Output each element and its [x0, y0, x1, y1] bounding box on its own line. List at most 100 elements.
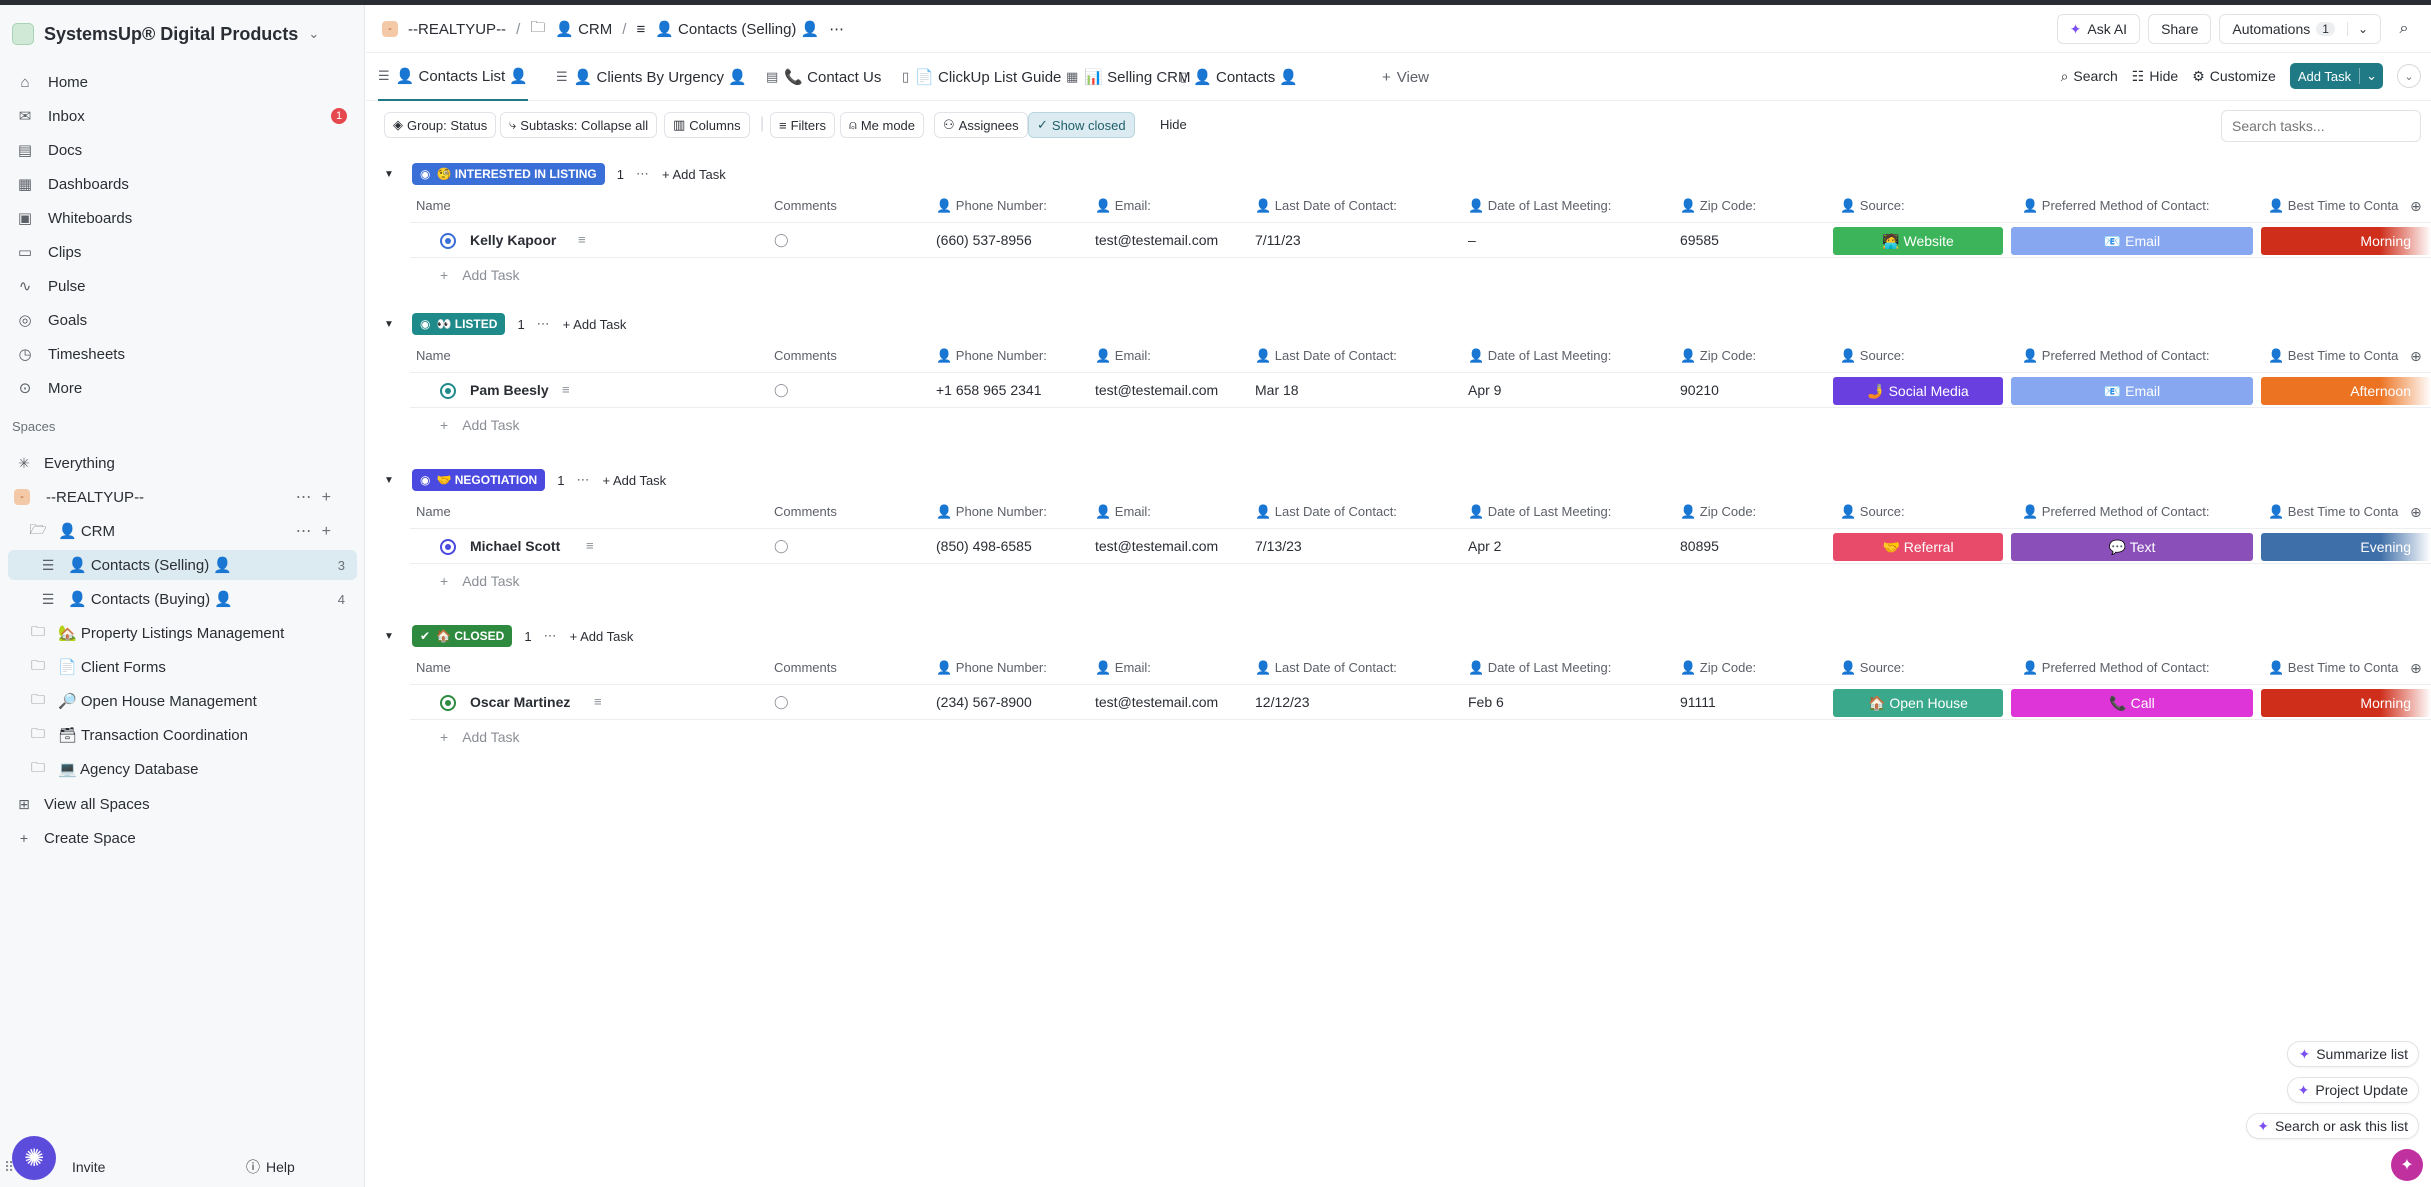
- last-meeting-cell[interactable]: Feb 6: [1468, 694, 1504, 710]
- zip-cell[interactable]: 80895: [1680, 538, 1719, 554]
- column-header-last_meeting[interactable]: 👤 Date of Last Meeting:: [1468, 348, 1611, 364]
- last-contact-cell[interactable]: 7/13/23: [1255, 538, 1302, 554]
- more-icon[interactable]: ⋯: [636, 166, 650, 182]
- status-circle-icon[interactable]: [440, 383, 456, 399]
- status-pill[interactable]: ✔ 🏠 CLOSED: [412, 625, 513, 647]
- phone-cell[interactable]: (850) 498-6585: [936, 538, 1032, 554]
- column-header-comments[interactable]: Comments: [774, 504, 837, 519]
- column-header-last_meeting[interactable]: 👤 Date of Last Meeting:: [1468, 660, 1611, 676]
- view-search-button[interactable]: ⌕ Search: [2061, 68, 2118, 85]
- caret-down-icon[interactable]: ▼: [384, 319, 394, 330]
- sidebar-folder[interactable]: 🗀 📄 Client Forms: [28, 652, 355, 682]
- column-header-best_time[interactable]: 👤 Best Time to Conta: [2268, 660, 2398, 676]
- sidebar-folder[interactable]: 🗀 💻 Agency Database: [28, 754, 355, 784]
- column-header-name[interactable]: Name: [416, 198, 451, 213]
- task-name[interactable]: Michael Scott: [470, 538, 560, 554]
- add-task-button[interactable]: Add Task ⌄: [2289, 63, 2383, 89]
- sidebar-item-clips[interactable]: ▭ Clips: [10, 237, 355, 267]
- last-contact-cell[interactable]: 12/12/23: [1255, 694, 1310, 710]
- method-tag[interactable]: 📞 Call: [2011, 689, 2253, 717]
- add-view-button[interactable]: + View: [1382, 53, 1429, 101]
- table-row[interactable]: Oscar Martinez ≡ ◯ (234) 567-8900 test@teste…: [410, 684, 2431, 720]
- more-icon[interactable]: ⋯: [829, 20, 844, 38]
- column-header-name[interactable]: Name: [416, 660, 451, 675]
- caret-down-icon[interactable]: ▼: [384, 169, 394, 180]
- zip-cell[interactable]: 69585: [1680, 232, 1719, 248]
- column-header-last_contact[interactable]: 👤 Last Date of Contact:: [1255, 504, 1397, 520]
- caret-down-icon[interactable]: ▼: [384, 475, 394, 486]
- collapse-toggle-icon[interactable]: ⌄: [2397, 64, 2421, 88]
- add-task-row[interactable]: + Add Task: [440, 566, 520, 596]
- phone-cell[interactable]: +1 658 965 2341: [936, 382, 1042, 398]
- column-header-source[interactable]: 👤 Source:: [1840, 198, 1905, 214]
- status-circle-icon[interactable]: [440, 233, 456, 249]
- sidebar-item-create-space[interactable]: + Create Space: [14, 823, 359, 853]
- breadcrumb-list[interactable]: 👤 Contacts (Selling) 👤: [655, 20, 819, 38]
- column-header-last_meeting[interactable]: 👤 Date of Last Meeting:: [1468, 198, 1611, 214]
- column-header-phone[interactable]: 👤 Phone Number:: [936, 348, 1047, 364]
- comment-icon[interactable]: ◯: [774, 694, 789, 710]
- table-row[interactable]: Pam Beesly ≡ ◯ +1 658 965 2341 test@testemai…: [410, 372, 2431, 408]
- add-column-icon[interactable]: ⊕: [2410, 660, 2422, 677]
- column-header-method[interactable]: 👤 Preferred Method of Contact:: [2022, 198, 2209, 214]
- zip-cell[interactable]: 90210: [1680, 382, 1719, 398]
- column-header-best_time[interactable]: 👤 Best Time to Conta: [2268, 198, 2398, 214]
- add-column-icon[interactable]: ⊕: [2410, 198, 2422, 215]
- ai-assistant-button[interactable]: ✦: [2391, 1149, 2423, 1181]
- column-header-email[interactable]: 👤 Email:: [1095, 660, 1151, 676]
- column-header-last_contact[interactable]: 👤 Last Date of Contact:: [1255, 660, 1397, 676]
- source-tag[interactable]: 🤳 Social Media: [1833, 377, 2003, 405]
- tab-view-0[interactable]: ☰ 👤 Contacts List 👤: [378, 53, 529, 101]
- group-add-task-button[interactable]: + Add Task: [563, 317, 627, 332]
- last-contact-cell[interactable]: 7/11/23: [1255, 232, 1301, 248]
- best-time-tag[interactable]: Morning: [2261, 227, 2431, 255]
- best-time-tag[interactable]: Evening: [2261, 533, 2431, 561]
- column-header-zip[interactable]: 👤 Zip Code:: [1680, 660, 1756, 676]
- column-header-comments[interactable]: Comments: [774, 198, 837, 213]
- sidebar-item-view-all-spaces[interactable]: ⊞ View all Spaces: [14, 789, 359, 819]
- email-cell[interactable]: test@testemail.com: [1095, 538, 1218, 554]
- column-header-name[interactable]: Name: [416, 504, 451, 519]
- summarize-list-button[interactable]: ✦ Summarize list: [2287, 1041, 2419, 1067]
- sidebar-item-contacts-buying[interactable]: ☰ 👤 Contacts (Buying) 👤 4: [8, 584, 357, 614]
- column-header-email[interactable]: 👤 Email:: [1095, 504, 1151, 520]
- sidebar-item-inbox[interactable]: ✉ Inbox 1: [10, 101, 355, 131]
- column-header-email[interactable]: 👤 Email:: [1095, 348, 1151, 364]
- method-tag[interactable]: 📧 Email: [2011, 377, 2253, 405]
- group-by-chip[interactable]: ◈ Group: Status: [384, 112, 497, 138]
- tab-view-2[interactable]: ▤ 📞 Contact Us: [766, 53, 881, 101]
- assignees-chip[interactable]: ⚇ Assignees: [934, 112, 1028, 138]
- last-contact-cell[interactable]: Mar 18: [1255, 382, 1299, 398]
- sidebar-item-contacts-selling[interactable]: ☰ 👤 Contacts (Selling) 👤 3: [8, 550, 357, 580]
- view-hide-button[interactable]: ☷ Hide: [2132, 68, 2178, 85]
- add-column-icon[interactable]: ⊕: [2410, 348, 2422, 365]
- show-closed-chip[interactable]: ✓ Show closed: [1028, 112, 1135, 138]
- column-header-name[interactable]: Name: [416, 348, 451, 363]
- add-task-row[interactable]: + Add Task: [440, 260, 520, 290]
- sidebar-item-timesheets[interactable]: ◷ Timesheets: [10, 339, 355, 369]
- search-ask-list-button[interactable]: ✦ Search or ask this list: [2246, 1113, 2419, 1139]
- column-header-email[interactable]: 👤 Email:: [1095, 198, 1151, 214]
- email-cell[interactable]: test@testemail.com: [1095, 694, 1218, 710]
- status-circle-icon[interactable]: [440, 695, 456, 711]
- column-header-method[interactable]: 👤 Preferred Method of Contact:: [2022, 504, 2209, 520]
- zip-cell[interactable]: 91111: [1680, 694, 1716, 710]
- tab-view-3[interactable]: ▯ 📄 ClickUp List Guide: [902, 53, 1061, 101]
- filters-chip[interactable]: ≡ Filters: [770, 112, 835, 138]
- search-tasks-input[interactable]: [2221, 110, 2421, 142]
- sidebar-item-pulse[interactable]: ∿ Pulse: [10, 271, 355, 301]
- column-header-source[interactable]: 👤 Source:: [1840, 660, 1905, 676]
- group-add-task-button[interactable]: + Add Task: [662, 167, 726, 182]
- tab-view-1[interactable]: ☰ 👤 Clients By Urgency 👤: [556, 53, 747, 101]
- column-header-zip[interactable]: 👤 Zip Code:: [1680, 348, 1756, 364]
- table-row[interactable]: Michael Scott ≡ ◯ (850) 498-6585 test@testem…: [410, 528, 2431, 564]
- column-header-last_contact[interactable]: 👤 Last Date of Contact:: [1255, 348, 1397, 364]
- task-name[interactable]: Pam Beesly: [470, 382, 549, 398]
- task-name[interactable]: Oscar Martinez: [470, 694, 570, 710]
- invite-button[interactable]: Invite: [72, 1159, 105, 1175]
- last-meeting-cell[interactable]: –: [1468, 232, 1476, 248]
- method-tag[interactable]: 💬 Text: [2011, 533, 2253, 561]
- breadcrumb-folder[interactable]: 👤 CRM: [555, 20, 612, 38]
- email-cell[interactable]: test@testemail.com: [1095, 232, 1218, 248]
- task-name[interactable]: Kelly Kapoor: [470, 232, 556, 248]
